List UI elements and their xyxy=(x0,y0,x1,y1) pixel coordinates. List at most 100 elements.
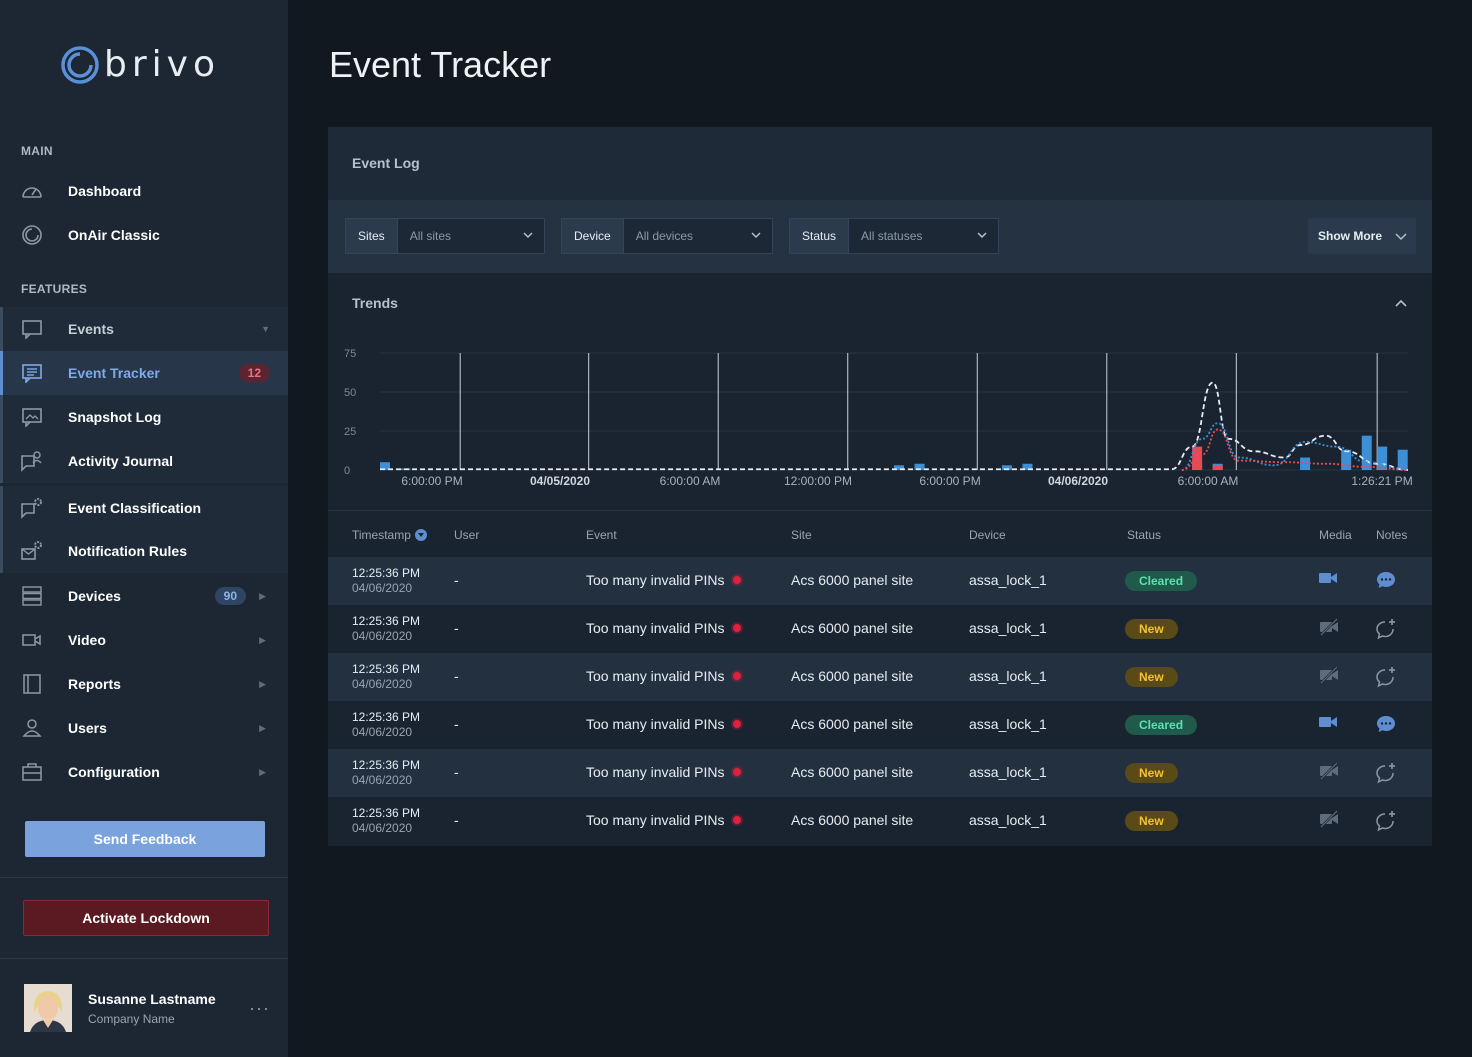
device-select[interactable]: All devices xyxy=(624,219,772,253)
status-badge[interactable]: New xyxy=(1125,763,1178,783)
trends-chart: 75 50 25 0 6:00:00 PM 04/05/2020 6:00:00 AM 12:… xyxy=(344,348,1413,488)
status-select[interactable]: All statuses xyxy=(849,219,998,253)
table-row[interactable]: 12:25:36 PM 04/06/2020 - Too many invalid P… xyxy=(328,797,1432,845)
add-comment-icon[interactable] xyxy=(1375,618,1397,645)
nav-item-activity-journal[interactable]: Activity Journal xyxy=(0,439,288,483)
chevron-right-icon[interactable]: ▶ xyxy=(259,635,266,646)
filter-value: All devices xyxy=(635,229,694,243)
status-badge[interactable]: Cleared xyxy=(1125,571,1198,591)
chevron-right-icon[interactable]: ▶ xyxy=(259,679,266,690)
device-filter[interactable]: Device All devices xyxy=(561,218,773,254)
filter-value: All sites xyxy=(409,229,452,243)
chevron-down-icon xyxy=(751,232,761,239)
site-cell: Acs 6000 panel site xyxy=(791,572,914,588)
comment-icon[interactable] xyxy=(1375,714,1397,739)
chevron-right-icon[interactable]: ▶ xyxy=(259,767,266,778)
device-cell: assa_lock_1 xyxy=(969,812,1047,828)
add-comment-icon[interactable] xyxy=(1375,666,1397,693)
status-badge[interactable]: New xyxy=(1125,619,1178,639)
chevron-down-icon[interactable]: ▼ xyxy=(261,324,270,334)
nav-item-devices[interactable]: Devices 90 ▶ xyxy=(0,574,288,618)
alert-dot-icon xyxy=(732,768,741,776)
alert-dot-icon xyxy=(732,672,741,680)
status-badge[interactable]: New xyxy=(1125,667,1178,687)
site-cell: Acs 6000 panel site xyxy=(791,764,914,780)
add-comment-icon[interactable] xyxy=(1375,762,1397,789)
chart-bar xyxy=(1212,465,1223,470)
status-badge[interactable]: New xyxy=(1125,811,1178,831)
nav-item-reports[interactable]: Reports ▶ xyxy=(0,662,288,706)
sites-filter[interactable]: Sites All sites xyxy=(345,218,545,254)
sort-icon[interactable] xyxy=(414,529,427,541)
add-comment-icon[interactable] xyxy=(1375,810,1397,837)
nav-item-users[interactable]: Users ▶ xyxy=(0,706,288,750)
nav-item-label: Notification Rules xyxy=(68,543,188,559)
y-tick-label: 25 xyxy=(344,426,356,438)
timestamp-time: 12:25:36 PM xyxy=(352,758,421,772)
trends-title: Trends xyxy=(352,295,398,311)
event-name: Too many invalid PINs xyxy=(586,572,725,588)
site-cell: Acs 6000 panel site xyxy=(791,812,914,828)
column-header-timestamp[interactable]: Timestamp xyxy=(352,528,427,542)
user-company: Company Name xyxy=(88,1012,175,1026)
y-tick-label: 0 xyxy=(344,465,350,477)
chevron-up-icon[interactable] xyxy=(1394,297,1408,311)
timestamp-date: 04/06/2020 xyxy=(352,725,413,739)
device-cell: assa_lock_1 xyxy=(969,764,1047,780)
status-badge[interactable]: Cleared xyxy=(1125,715,1198,735)
status-filter[interactable]: Status All statuses xyxy=(789,218,999,254)
sidebar: brivo MAIN Dashboard OnAir Classic FEATU… xyxy=(0,0,288,1057)
video-icon[interactable] xyxy=(1318,570,1338,591)
event-name: Too many invalid PINs xyxy=(586,620,725,636)
gauge-icon xyxy=(20,179,44,203)
more-options-icon[interactable]: ··· xyxy=(249,998,270,1019)
brand-name: brivo xyxy=(104,44,220,85)
alert-dot-icon xyxy=(732,816,741,824)
nav-item-event-tracker[interactable]: Event Tracker 12 xyxy=(0,351,288,395)
chevron-right-icon[interactable]: ▶ xyxy=(259,591,266,602)
filter-label: Status xyxy=(790,219,850,253)
video-icon[interactable] xyxy=(1318,714,1338,735)
page-title: Event Tracker xyxy=(329,44,552,85)
show-more-button[interactable]: Show More xyxy=(1308,218,1416,254)
table-row[interactable]: 12:25:36 PM 04/06/2020 - Too many invalid P… xyxy=(328,653,1432,701)
nav-item-onair-classic[interactable]: OnAir Classic xyxy=(0,213,288,257)
video-off-icon xyxy=(1318,618,1340,641)
user-icon xyxy=(20,716,44,740)
chevron-right-icon[interactable]: ▶ xyxy=(259,723,266,734)
nav-item-events[interactable]: Events ▼ xyxy=(0,307,288,351)
column-header-device[interactable]: Device xyxy=(969,528,1006,542)
alert-dot-icon xyxy=(732,720,741,728)
avatar[interactable] xyxy=(24,984,72,1032)
column-header-user[interactable]: User xyxy=(454,528,479,542)
divider xyxy=(0,958,288,959)
table-row[interactable]: 12:25:36 PM 04/06/2020 - Too many invalid P… xyxy=(328,701,1432,749)
event-cell: Too many invalid PINs xyxy=(586,620,741,636)
activate-lockdown-button[interactable]: Activate Lockdown xyxy=(23,900,269,936)
alert-dot-icon xyxy=(732,576,741,584)
sites-select[interactable]: All sites xyxy=(398,219,544,253)
chat-gear-icon xyxy=(20,496,44,520)
nav-item-video[interactable]: Video ▶ xyxy=(0,618,288,662)
column-header-site[interactable]: Site xyxy=(791,528,812,542)
nav-item-label: Events xyxy=(68,321,114,337)
brand-logo[interactable]: brivo xyxy=(60,44,220,85)
nav-item-label: Snapshot Log xyxy=(68,409,162,425)
send-feedback-button[interactable]: Send Feedback xyxy=(25,821,265,857)
filter-label: Sites xyxy=(346,219,398,253)
x-tick-label: 1:26:21 PM xyxy=(1351,474,1412,488)
mail-gear-icon xyxy=(20,539,44,563)
nav-item-notification-rules[interactable]: Notification Rules xyxy=(0,529,288,573)
nav-item-dashboard[interactable]: Dashboard xyxy=(0,169,288,213)
nav-item-snapshot-log[interactable]: Snapshot Log xyxy=(0,395,288,439)
comment-icon[interactable] xyxy=(1375,570,1397,595)
x-tick-label: 6:00:00 AM xyxy=(1178,474,1239,488)
column-header-status[interactable]: Status xyxy=(1127,528,1161,542)
table-row[interactable]: 12:25:36 PM 04/06/2020 - Too many invalid P… xyxy=(328,749,1432,797)
table-row[interactable]: 12:25:36 PM 04/06/2020 - Too many invalid P… xyxy=(328,557,1432,605)
column-header-event[interactable]: Event xyxy=(586,528,617,542)
table-row[interactable]: 12:25:36 PM 04/06/2020 - Too many invalid P… xyxy=(328,605,1432,653)
nav-item-event-classification[interactable]: Event Classification xyxy=(0,486,288,530)
nav-item-configuration[interactable]: Configuration ▶ xyxy=(0,750,288,794)
chevron-down-icon xyxy=(523,232,533,239)
